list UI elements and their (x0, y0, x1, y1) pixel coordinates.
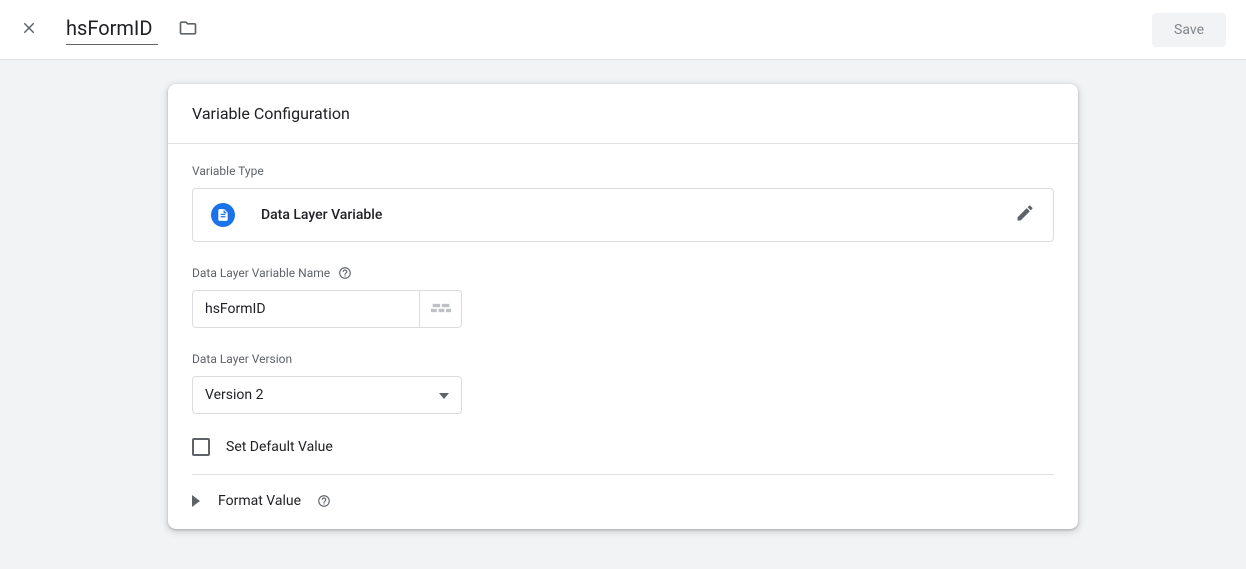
variable-name-input[interactable] (66, 14, 158, 45)
set-default-checkbox[interactable] (192, 438, 210, 456)
dlv-name-input[interactable] (192, 290, 420, 328)
save-button[interactable]: Save (1152, 13, 1226, 47)
pencil-icon (1015, 203, 1035, 227)
chevron-down-icon (439, 387, 449, 403)
dlv-version-select[interactable]: Version 2 (192, 376, 462, 414)
close-button[interactable] (20, 19, 38, 41)
close-icon (20, 19, 38, 41)
dlv-name-row (192, 290, 1054, 328)
folder-icon (178, 18, 198, 42)
card-body: Variable Type Data Layer Variable Data L… (168, 144, 1078, 529)
dlv-name-label: Data Layer Variable Name (192, 266, 1054, 280)
edit-type-button[interactable] (1015, 203, 1035, 227)
brick-icon (431, 300, 451, 319)
dlv-version-label: Data Layer Version (192, 352, 1054, 366)
folder-button[interactable] (178, 18, 198, 42)
config-card: Variable Configuration Variable Type Dat… (168, 84, 1078, 529)
card-title: Variable Configuration (168, 84, 1078, 144)
format-value-toggle[interactable]: Format Value (192, 493, 1054, 509)
help-icon[interactable] (338, 266, 352, 280)
chevron-right-icon (192, 495, 200, 507)
variable-picker-button[interactable] (420, 290, 462, 328)
set-default-row[interactable]: Set Default Value (192, 438, 1054, 456)
content-area: Variable Configuration Variable Type Dat… (0, 60, 1246, 569)
divider (192, 474, 1054, 475)
dlv-version-value: Version 2 (205, 387, 263, 403)
format-value-label: Format Value (218, 493, 301, 509)
variable-type-label: Variable Type (192, 164, 1054, 178)
set-default-label: Set Default Value (226, 439, 333, 455)
data-layer-icon (211, 203, 235, 227)
app-header: Save (0, 0, 1246, 60)
variable-type-value: Data Layer Variable (261, 207, 382, 223)
help-icon[interactable] (317, 494, 331, 508)
variable-type-selector[interactable]: Data Layer Variable (192, 188, 1054, 242)
